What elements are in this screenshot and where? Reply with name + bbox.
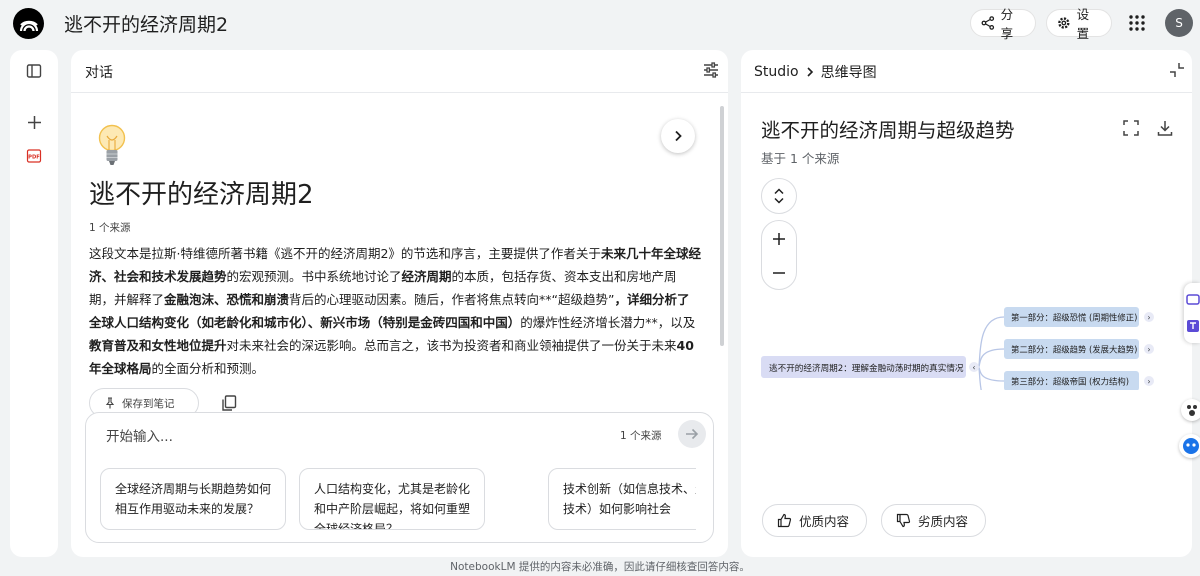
mindmap-canvas[interactable]: 逃不开的经济周期2：理解金融动荡时期的真实情况 ‹ 第一部分：超级恐慌 (周期性修正… <box>741 240 1192 390</box>
studio-panel: Studio 思维导图 逃不开的经济周期与超级趋势 基于 1 个来源 逃不开的经… <box>741 50 1192 557</box>
mindmap-link <box>977 348 1005 368</box>
extension-icon <box>1186 294 1200 305</box>
mindmap-root-chevron: ‹ <box>972 363 975 372</box>
save-to-note-label: 保存到笔记 <box>122 397 175 410</box>
suggestion-chip[interactable]: 全球经济周期与长期趋势如何相互作用驱动未来的发展？ <box>100 468 286 530</box>
source-item-pdf[interactable]: PDF <box>23 145 45 167</box>
arrow-right-icon <box>686 428 699 440</box>
chat-input-card: 开始输入... 1 个来源 全球经济周期与长期趋势如何相互作用驱动未来的发展？ … <box>85 412 714 543</box>
breadcrumb: Studio 思维导图 <box>754 62 877 82</box>
mindmap-child-label: 第三部分：超级帝国 (权力结构) <box>1011 377 1129 387</box>
add-source-button[interactable] <box>23 111 45 133</box>
lightbulb-icon <box>98 124 126 165</box>
bad-content-label: 劣质内容 <box>918 514 969 529</box>
mindmap-subtitle: 基于 1 个来源 <box>761 151 840 166</box>
summary-bold-text: 教育普及和女性地位提升 <box>89 338 227 353</box>
mindmap-root-label: 逃不开的经济周期2：理解金融动荡时期的真实情况 <box>769 362 964 374</box>
mindmap-link <box>977 366 982 390</box>
summary-text: 这段文本是拉斯·特维德所著书籍《逃不开的经济周期2》的节选和序言，主要提供了作者… <box>89 246 601 261</box>
sidebar-panel-icon <box>26 64 42 78</box>
helper-widget-button[interactable] <box>1181 399 1200 421</box>
summary-bold-text: 金融泡沫、恐慌和崩溃 <box>164 292 290 307</box>
chat-panel-title: 对话 <box>85 65 113 81</box>
pin-icon <box>105 397 115 409</box>
breadcrumb-mindmap: 思维导图 <box>820 65 877 81</box>
apps-grid-icon[interactable] <box>1128 14 1146 32</box>
thumbs-down-icon <box>896 513 911 528</box>
notebook-summary: 这段文本是拉斯·特维德所著书籍《逃不开的经济周期2》的节选和序言，主要提供了作者… <box>89 242 701 380</box>
thumbs-up-icon <box>777 513 792 528</box>
assistant-face-icon <box>1183 438 1199 454</box>
gear-icon <box>1058 17 1070 29</box>
source-count-label: 1 个来源 <box>89 222 131 234</box>
good-content-label: 优质内容 <box>799 514 850 529</box>
expand-collapse-button[interactable] <box>761 178 797 214</box>
breadcrumb-studio[interactable]: Studio <box>754 64 799 80</box>
chat-scrollbar[interactable] <box>720 106 724 346</box>
summary-text: 对未来社会的深远影响。总而言之，该书为投资者和商业领袖提供了一份关于未来 <box>226 338 677 353</box>
share-button[interactable]: 分享 <box>970 7 1036 41</box>
notebooklm-logo-icon[interactable] <box>13 8 44 39</box>
download-icon[interactable] <box>1156 119 1174 137</box>
input-source-count: 1 个来源 <box>620 430 662 442</box>
notebook-title[interactable]: 逃不开的经济周期2 <box>64 10 228 37</box>
extension-side-tab[interactable] <box>1184 283 1200 343</box>
fullscreen-icon[interactable] <box>1123 120 1139 136</box>
share-icon <box>981 16 995 30</box>
bad-content-button[interactable]: 劣质内容 <box>881 504 986 537</box>
mindmap-child-label: 第二部分：超级趋势 (发展大趋势) <box>1011 345 1137 355</box>
toggle-sidebar-button[interactable] <box>23 60 45 82</box>
settings-button[interactable]: 设置 <box>1046 7 1112 41</box>
chevron-right-icon <box>807 67 813 77</box>
suggestion-chips: 全球经济周期与长期趋势如何相互作用驱动未来的发展？ 人口结构变化，尤其是老龄化和… <box>100 468 696 532</box>
studio-header-divider <box>741 92 1192 93</box>
chat-input[interactable]: 开始输入... <box>106 425 173 445</box>
mindmap-child-chevron: › <box>1147 313 1150 322</box>
tune-settings-icon[interactable] <box>702 61 720 79</box>
mindmap-title: 逃不开的经济周期与超级趋势 <box>761 119 1015 142</box>
summary-text: 的爆炸性经济增长潜力**，以及 <box>520 315 696 330</box>
sources-rail: PDF <box>10 50 58 557</box>
share-label: 分享 <box>1000 7 1014 41</box>
assistant-widget-button[interactable] <box>1179 434 1200 458</box>
mindmap-link <box>977 316 1005 368</box>
next-suggestions-button[interactable] <box>661 119 695 153</box>
suggestion-chip[interactable]: 人口结构变化，尤其是老龄化和中产阶层崛起，将如何重塑全球经济格局？ <box>299 468 485 530</box>
mindmap-child-chevron: › <box>1147 377 1150 386</box>
mindmap-link <box>977 366 1005 382</box>
summary-bold-text: 经济周期 <box>401 269 452 284</box>
suggestion-chip[interactable]: 技术创新（如信息技术、生物技术）如何影响社会 <box>548 468 696 530</box>
mindmap-child-label: 第一部分：超级恐慌 (周期性修正) <box>1011 313 1137 323</box>
top-bar: 逃不开的经济周期2 分享 设置 S <box>0 0 1200 46</box>
plus-icon <box>27 115 41 129</box>
copy-icon[interactable] <box>220 394 238 412</box>
summary-text: 的全面分析和预测。 <box>151 361 265 376</box>
svg-text:PDF: PDF <box>28 155 40 161</box>
translate-icon <box>1187 320 1199 332</box>
avatar[interactable]: S <box>1165 9 1193 37</box>
chat-panel: 对话 逃不开的经济周期2 1 个来源 这段文本是拉斯·特维德所著书籍《逃不开的经… <box>71 50 728 557</box>
summary-text: 的宏观预测。书中系统地讨论了 <box>226 269 402 284</box>
chat-header-divider <box>71 92 728 93</box>
notebook-heading: 逃不开的经济周期2 <box>89 180 314 210</box>
send-button[interactable] <box>678 420 706 448</box>
collapse-icon[interactable] <box>1169 62 1185 78</box>
good-content-button[interactable]: 优质内容 <box>762 504 867 537</box>
mindmap-child-chevron: › <box>1147 345 1150 354</box>
unfold-icon <box>774 188 784 204</box>
disclaimer-text: NotebookLM 提供的内容未必准确，因此请仔细核查回答内容。 <box>450 561 750 573</box>
summary-text: 背后的心理驱动因素。随后，作者将焦点转向**“超级趋势” <box>289 292 615 307</box>
pdf-icon: PDF <box>26 149 42 163</box>
paw-icon <box>1187 405 1197 416</box>
settings-label: 设置 <box>1076 7 1090 41</box>
chevron-right-icon <box>675 130 682 142</box>
